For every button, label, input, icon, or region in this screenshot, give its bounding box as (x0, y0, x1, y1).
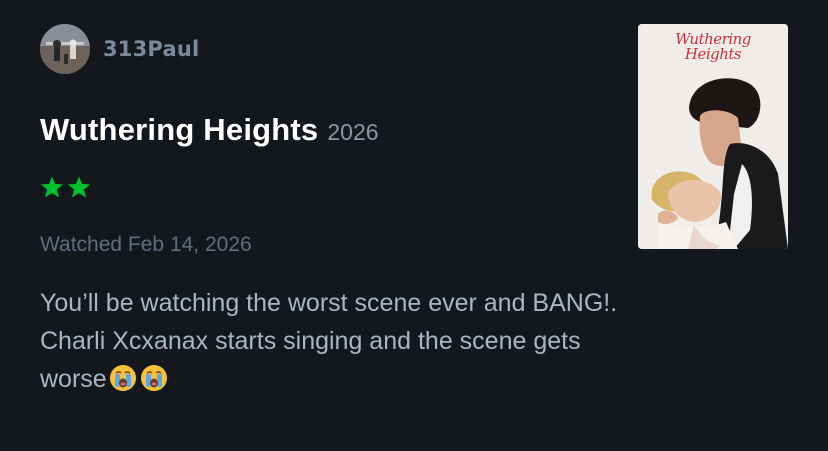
film-year[interactable]: 2026 (327, 119, 378, 146)
review-text-line: You’ll be watching the worst scene ever … (40, 289, 618, 317)
review-text-line: Charli Xcxanax starts singing and the sc… (40, 327, 581, 355)
review-text: You’ll be watching the worst scene ever … (40, 284, 810, 398)
watched-date[interactable]: Watched Feb 14, 2026 (40, 233, 252, 257)
star-rating (40, 176, 91, 199)
loudly-crying-face-icon (139, 363, 169, 393)
avatar[interactable] (40, 24, 90, 74)
poster-title: Wuthering Heights (638, 32, 788, 62)
loudly-crying-face-icon (108, 363, 138, 393)
film-title[interactable]: Wuthering Heights (40, 112, 318, 148)
username[interactable]: 313Paul (103, 37, 199, 61)
film-poster[interactable]: Wuthering Heights (638, 24, 788, 249)
review-text-fragment: worse (40, 365, 107, 393)
review-card: 313Paul Wuthering Heights 2026 Watched F… (0, 0, 828, 451)
star-icon (40, 176, 64, 199)
film-heading: Wuthering Heights 2026 (40, 112, 379, 148)
review-author[interactable]: 313Paul (40, 24, 199, 74)
star-icon (67, 176, 91, 199)
review-text-line: worse (40, 360, 810, 398)
poster-title-line: Heights (684, 45, 742, 63)
avatar-photo-icon (40, 24, 90, 74)
